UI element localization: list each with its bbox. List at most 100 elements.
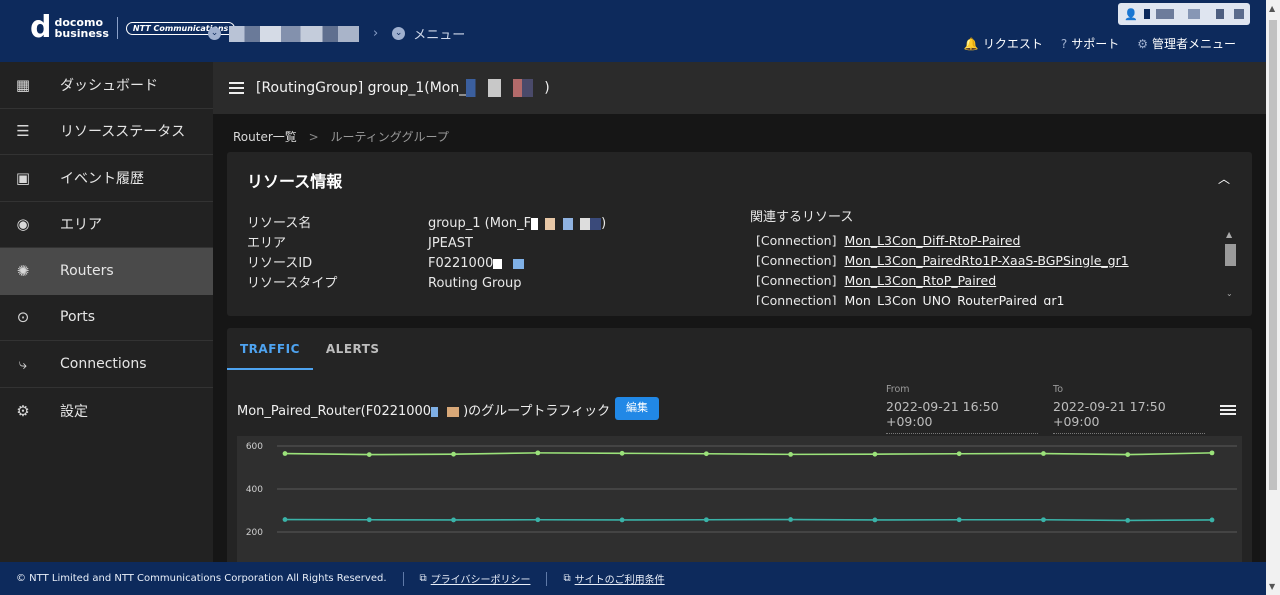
related-list-scrollbar[interactable]: ▲ ⌄ [1223,230,1237,298]
related-connection-link[interactable]: Mon_L3Con_Diff-RtoP-Paired [844,233,1020,248]
support-link[interactable]: ? サポート [1061,35,1119,52]
data-point[interactable] [366,452,372,457]
sidebar-item-label: Connections [60,355,147,372]
data-point[interactable] [703,451,709,457]
data-point[interactable] [1041,517,1046,523]
data-point[interactable] [1125,517,1131,523]
data-point[interactable] [282,451,288,456]
external-link-icon: ⧉ [419,573,427,584]
sidebar-item-settings[interactable]: ⚙ 設定 [0,388,213,435]
page-title: [RoutingGroup] group_1(Mon_) [256,79,550,97]
related-connection-link[interactable]: Mon_L3Con_RtoP_Paired [844,273,996,288]
gear-icon: ⚙ [16,401,30,420]
data-point[interactable] [451,517,456,523]
scroll-down-icon[interactable]: ▼ [1269,582,1275,591]
masked-value [531,217,602,230]
privacy-policy-link[interactable]: プライバシーポリシー [431,571,531,586]
sidebar-item-resource-status[interactable]: ☰ リソースステータス [0,109,213,155]
data-point[interactable] [1125,452,1131,457]
sidebar-item-label: リソースステータス [60,124,186,141]
scrollbar-thumb[interactable] [1269,20,1277,490]
list-item: [Connection] Mon_L3Con_UNO_RouterPaired_g… [756,291,1245,305]
data-point[interactable] [366,517,372,523]
data-point[interactable] [535,517,541,523]
chevron-down-icon[interactable]: ⌄ [208,27,221,40]
logo-word-business: business [54,27,109,40]
scroll-up-icon[interactable]: ▲ [1226,230,1232,239]
footer-divider [402,571,404,586]
header-links: 🔔 リクエスト ? サポート ⚙ 管理者メニュー [964,35,1236,52]
from-label: From [886,384,910,395]
related-connection-link[interactable]: Mon_L3Con_UNO_RouterPaired_gr1 [844,293,1064,305]
data-point[interactable] [956,517,962,523]
chevron-down-icon[interactable]: ⌄ [392,27,406,40]
related-resources-label: 関連するリソース [750,210,854,225]
chevron-down-icon[interactable]: ⌄ [1226,289,1233,298]
data-point[interactable] [619,450,625,456]
sidebar-item-connections[interactable]: ⤷ Connections [0,341,213,388]
data-point[interactable] [872,517,878,523]
data-point[interactable] [535,450,541,456]
data-point[interactable] [1209,517,1215,523]
sidebar-item-ports[interactable]: ⊙ Ports [0,295,213,341]
request-link[interactable]: 🔔 リクエスト [964,35,1043,52]
hamburger-menu-icon[interactable] [229,79,244,97]
to-date-input[interactable]: 2022-09-21 17:50 +09:00 [1053,399,1205,434]
data-point[interactable] [1209,450,1215,456]
user-account-button[interactable]: 👤 [1118,3,1250,25]
terms-of-use-link[interactable]: サイトのご利用条件 [575,571,665,586]
ports-icon: ⊙ [16,308,30,327]
docomo-business-logo[interactable]: d docomo business NTT Communications [30,13,236,43]
data-point[interactable] [956,451,962,457]
scrollbar-thumb[interactable] [1225,244,1236,266]
sidebar-item-label: ダッシュボード [60,77,158,94]
support-label: サポート [1071,37,1120,51]
field-value: Routing Group [428,276,522,291]
data-point[interactable] [703,517,709,523]
scroll-up-icon[interactable]: ▲ [1269,4,1275,13]
bell-icon: 🔔 [963,37,979,51]
sidebar-item-area[interactable]: ◉ エリア [0,202,213,248]
masked-user-name [1143,9,1244,19]
menu-link[interactable]: メニュー [413,24,465,43]
tab-alerts[interactable]: ALERTS [313,328,393,370]
status-list-icon: ☰ [16,122,30,141]
page-scrollbar[interactable]: ▲ ▼ [1266,0,1280,595]
data-point[interactable] [872,451,878,457]
data-point[interactable] [1041,451,1046,456]
data-point[interactable] [451,451,456,457]
tab-traffic[interactable]: TRAFFIC [227,328,313,370]
to-date-field[interactable]: To 2022-09-21 17:50 +09:00 [1053,384,1205,434]
masked-tenant-name[interactable] [229,25,359,42]
collapse-chevron-up-icon[interactable]: ︿ [1218,170,1230,187]
admin-menu-link[interactable]: ⚙ 管理者メニュー [1137,35,1236,52]
edit-button[interactable]: 編集 [615,397,659,420]
router-icon: ✺ [16,262,30,281]
connections-icon: ⤷ [18,354,28,373]
sidebar-item-routers[interactable]: ✺ Routers [0,248,213,295]
data-point[interactable] [788,517,794,522]
field-value: F0221000 [428,254,544,274]
from-date-input[interactable]: 2022-09-21 16:50 +09:00 [886,399,1038,434]
sidebar-item-dashboard[interactable]: ▦ ダッシュボード [0,62,213,109]
breadcrumb-router-list[interactable]: Router一覧 [233,130,297,144]
grid-icon: ▦ [15,75,31,94]
field-value: JPEAST [428,236,473,251]
traffic-card: TRAFFIC ALERTS Mon_Paired_Router(F022100… [227,328,1252,562]
admin-menu-label: 管理者メニュー [1151,37,1236,51]
data-point[interactable] [788,451,794,457]
data-point[interactable] [282,517,288,522]
sidebar-item-event-history[interactable]: ▣ イベント履歴 [0,155,213,202]
chart-menu-icon[interactable] [1220,403,1236,417]
data-point[interactable] [619,517,625,523]
related-resources-list[interactable]: [Connection] Mon_L3Con_Diff-RtoP-Paired [… [750,231,1245,305]
calendar-icon: ▣ [15,168,31,187]
page-header: [RoutingGroup] group_1(Mon_) [213,62,1266,114]
series-line-1 [284,452,1213,456]
from-date-field[interactable]: From 2022-09-21 16:50 +09:00 [886,384,1038,434]
traffic-title: Mon_Paired_Router(F0221000)のグループトラフィック [237,404,611,419]
top-breadcrumb: ⌄ › ⌄ メニュー [208,24,465,43]
related-connection-link[interactable]: Mon_L3Con_PairedRto1P-XaaS-BGPSingle_gr1 [844,253,1128,268]
request-label: リクエスト [982,37,1043,51]
field-key: エリア [247,236,287,251]
